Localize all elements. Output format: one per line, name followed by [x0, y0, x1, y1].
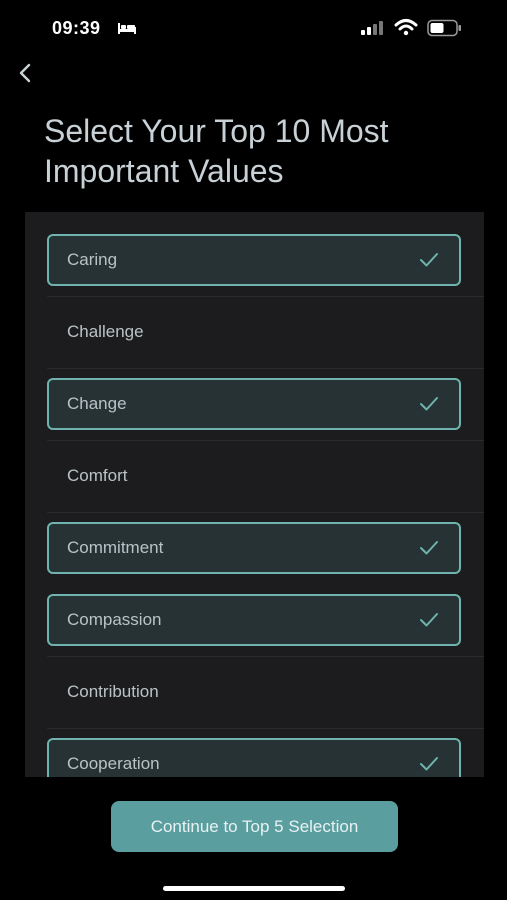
status-bar: 09:39: [0, 0, 507, 58]
checkmark-icon: [419, 252, 439, 273]
value-label: Comfort: [67, 466, 128, 485]
value-option[interactable]: Comfort: [47, 450, 461, 502]
value-label: Contribution: [67, 682, 159, 701]
status-time: 09:39: [52, 18, 101, 38]
value-option[interactable]: Contribution: [47, 666, 461, 718]
chevron-left-icon: [18, 62, 32, 89]
checkmark-icon: [419, 540, 439, 561]
home-indicator: [163, 886, 345, 891]
value-option[interactable]: Challenge: [47, 306, 461, 358]
value-label: Caring: [67, 250, 118, 269]
value-option[interactable]: Change: [47, 378, 461, 430]
row-divider: [47, 512, 484, 513]
page-title: Select Your Top 10 Most Important Values: [44, 113, 389, 189]
wifi-icon: [394, 18, 418, 41]
row-divider: [47, 368, 484, 369]
value-option[interactable]: Cooperation: [47, 738, 461, 777]
checkmark-icon: [419, 756, 439, 777]
back-button[interactable]: [10, 58, 40, 92]
checkmark-icon: [419, 396, 439, 417]
checkmark-icon: [419, 612, 439, 633]
value-label: Challenge: [67, 322, 144, 341]
battery-icon: [427, 19, 463, 42]
row-divider: [47, 728, 484, 729]
row-divider: [47, 296, 484, 297]
row-divider: [47, 656, 484, 657]
value-option[interactable]: Caring: [47, 234, 461, 286]
value-label: Change: [67, 394, 127, 413]
value-option[interactable]: Commitment: [47, 522, 461, 574]
row-divider: [47, 440, 484, 441]
value-label: Compassion: [67, 610, 162, 629]
value-option[interactable]: Compassion: [47, 594, 461, 646]
continue-button[interactable]: Continue to Top 5 Selection: [111, 801, 398, 852]
value-label: Commitment: [67, 538, 164, 557]
bed-icon: [117, 21, 137, 40]
values-list[interactable]: Caring Challenge Change Comfort Commitment Co…: [25, 212, 484, 777]
value-label: Cooperation: [67, 754, 160, 773]
signal-icon: [360, 20, 384, 41]
